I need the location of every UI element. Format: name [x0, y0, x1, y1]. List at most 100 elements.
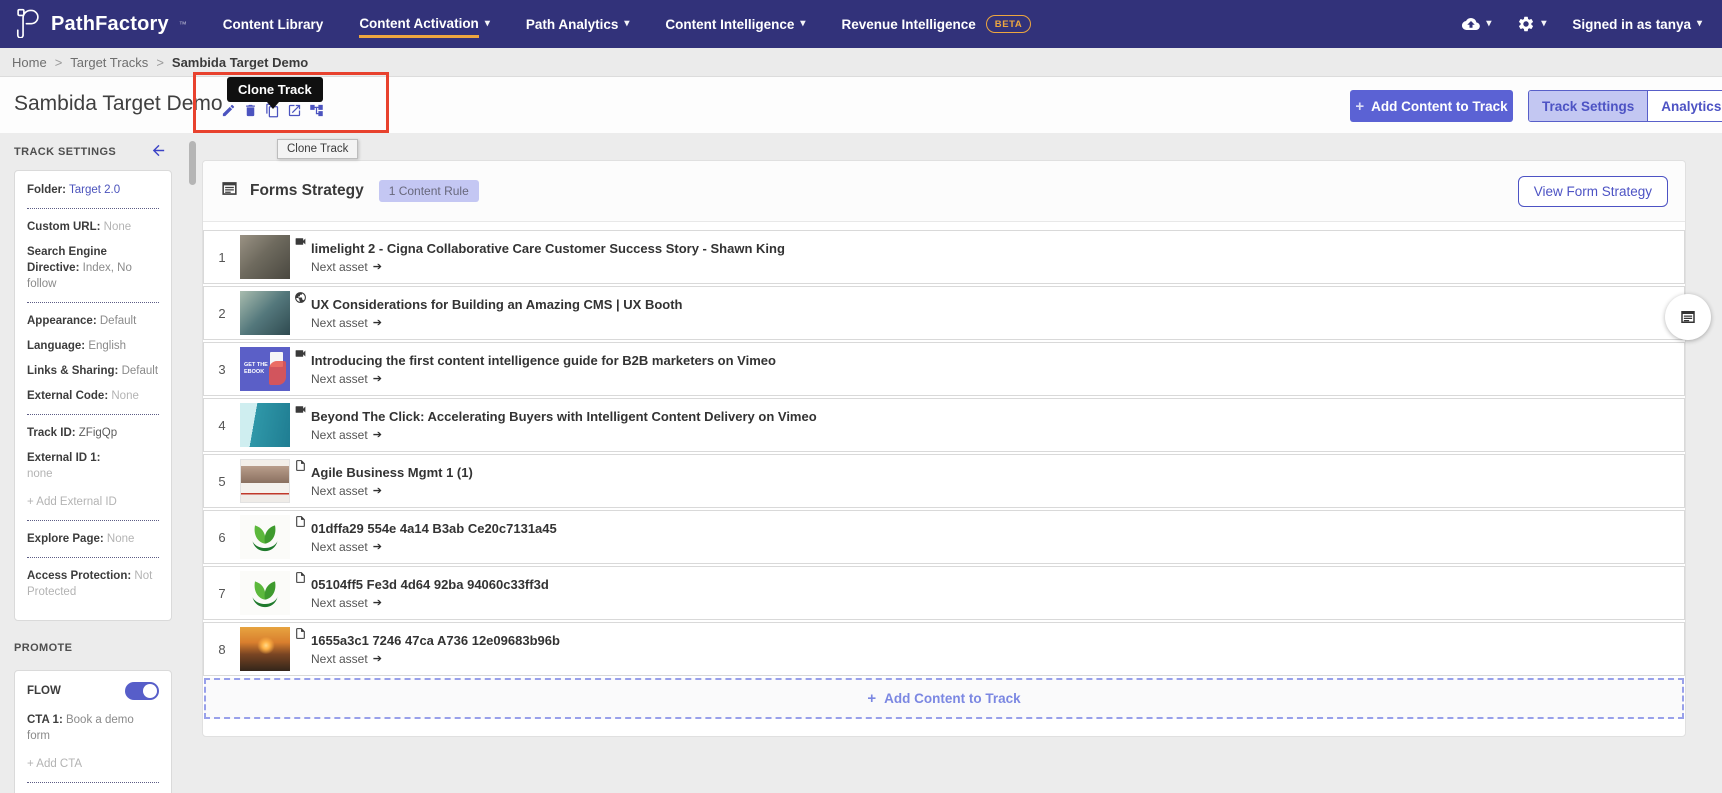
top-navigation-bar: PathFactory ™ Content Library Content Act… — [0, 0, 1722, 48]
nav-content-activation[interactable]: Content Activation ▾ — [341, 0, 508, 48]
pathfactory-app: PathFactory ™ Content Library Content Act… — [0, 0, 1722, 793]
asset-title: 01dffa29 554e 4a14 B3ab Ce20c7131a45 — [311, 520, 557, 536]
add-external-id-button[interactable]: + Add External ID — [27, 494, 159, 510]
chevron-down-icon: ▾ — [800, 18, 806, 29]
content-rule-badge: 1 Content Rule — [378, 180, 479, 202]
nav-revenue-intelligence[interactable]: Revenue Intelligence BETA — [823, 0, 1049, 48]
delete-icon[interactable] — [243, 103, 258, 118]
thumbnail-wrap — [240, 403, 306, 447]
edit-icon[interactable] — [221, 103, 236, 118]
collapse-sidebar-icon[interactable] — [150, 142, 167, 159]
gear-icon — [1519, 16, 1534, 32]
chevron-down-icon: ▾ — [1696, 18, 1702, 29]
content-row-1[interactable]: 1 limelight 2 - Cigna Collaborative Care… — [203, 230, 1685, 284]
view-form-strategy-button[interactable]: View Form Strategy — [1517, 175, 1668, 207]
next-asset-label: Next asset ➔ — [311, 259, 382, 274]
beta-badge: BETA — [985, 15, 1032, 33]
divider — [27, 302, 159, 303]
next-asset-label: Next asset ➔ — [311, 539, 382, 554]
track-id-value: ZFigQp — [78, 427, 118, 439]
thumbnail — [240, 235, 290, 279]
links-sharing-label: Links & Sharing: — [27, 365, 119, 377]
asset-title: limelight 2 - Cigna Collaborative Care C… — [311, 240, 785, 256]
breadcrumb-target-tracks[interactable]: Target Tracks — [70, 55, 148, 70]
pathfactory-logo[interactable]: PathFactory ™ — [0, 6, 195, 43]
main-nav-items: Content Library Content Activation ▾ Pat… — [205, 0, 1050, 48]
arrow-right-icon: ➔ — [372, 373, 382, 385]
thumbnail-wrap — [240, 235, 306, 279]
tab-track-settings[interactable]: Track Settings — [1529, 91, 1648, 121]
content-list: 1 limelight 2 - Cigna Collaborative Care… — [203, 230, 1685, 719]
content-row-3[interactable]: 3 GET THE EBOOK Introducing the first co… — [203, 342, 1685, 396]
divider — [27, 208, 159, 209]
clone-track-tooltip: Clone Track — [227, 77, 323, 109]
thumbnail-wrap: GET THE EBOOK — [240, 347, 306, 391]
nav-content-library[interactable]: Content Library — [205, 0, 342, 48]
sitemap-icon[interactable] — [309, 103, 324, 118]
add-content-dashed-button[interactable]: + Add Content to Track — [204, 678, 1684, 719]
thumbnail — [240, 403, 290, 447]
upload-menu[interactable]: ▾ — [1462, 15, 1491, 33]
nav-path-analytics[interactable]: Path Analytics ▾ — [508, 0, 648, 48]
form-strategy-fab-button[interactable] — [1665, 294, 1711, 340]
tab-analytics[interactable]: Analytics — [1647, 91, 1722, 121]
appearance-value: Default — [99, 315, 137, 327]
globe-icon — [294, 291, 307, 304]
row-number: 5 — [218, 473, 226, 489]
track-settings-heading: TRACK SETTINGS — [14, 146, 117, 158]
scrollbar-thumb[interactable] — [189, 141, 196, 185]
asset-title: Agile Business Mgmt 1 (1) — [311, 464, 473, 480]
external-id-value: none — [27, 468, 53, 480]
flow-toggle[interactable] — [125, 682, 159, 700]
nav-right-cluster: ▾ ▾ Signed in as tanya ▾ — [1462, 15, 1722, 33]
forms-icon — [1681, 311, 1695, 323]
user-menu[interactable]: Signed in as tanya ▾ — [1572, 17, 1702, 32]
add-cta-button[interactable]: + Add CTA — [27, 756, 159, 772]
asset-title: UX Considerations for Building an Amazin… — [311, 296, 683, 312]
row-number: 4 — [218, 417, 226, 433]
plus-icon: + — [867, 690, 877, 707]
arrow-right-icon: ➔ — [372, 429, 382, 441]
clone-track-native-tooltip: Clone Track — [277, 139, 359, 159]
thumbnail — [240, 627, 290, 671]
flow-label: FLOW — [27, 685, 61, 697]
breadcrumb-separator: > — [54, 54, 63, 70]
content-row-2[interactable]: 2 UX Considerations for Building an Amaz… — [203, 286, 1685, 340]
row-number: 1 — [218, 249, 226, 265]
brand-name: PathFactory — [51, 12, 169, 35]
folder-value[interactable]: Target 2.0 — [69, 184, 120, 196]
arrow-right-icon: ➔ — [372, 597, 382, 609]
content-row-7[interactable]: 7 05104ff5 Fe3d 4d64 92ba 94060c33ff3d N… — [203, 566, 1685, 620]
content-row-4[interactable]: 4 Beyond The Click: Accelerating Buyers … — [203, 398, 1685, 452]
cta1-label: CTA 1: — [27, 714, 63, 726]
external-code-label: External Code: — [27, 390, 109, 402]
nav-content-intelligence[interactable]: Content Intelligence ▾ — [647, 0, 823, 48]
promote-heading: PROMOTE — [14, 642, 73, 654]
chevron-down-icon: ▾ — [1541, 18, 1547, 29]
add-content-to-track-button[interactable]: + Add Content to Track — [1350, 90, 1513, 122]
page-title: Sambida Target Demo — [14, 92, 223, 115]
row-number: 8 — [218, 641, 226, 657]
chevron-down-icon: ▾ — [624, 18, 630, 29]
breadcrumb-home[interactable]: Home — [12, 55, 47, 70]
signed-in-label: Signed in as tanya — [1572, 16, 1691, 32]
track-id-label: Track ID: — [27, 427, 76, 439]
asset-title: 1655a3c1 7246 47ca A736 12e09683b96b — [311, 632, 560, 648]
settings-menu[interactable]: ▾ — [1517, 15, 1546, 33]
divider — [27, 520, 159, 521]
arrow-right-icon: ➔ — [372, 541, 382, 553]
content-row-8[interactable]: 8 1655a3c1 7246 47ca A736 12e09683b96b N… — [203, 622, 1685, 676]
promote-card: FLOW CTA 1: Book a demo form + Add CTA — [14, 670, 172, 793]
asset-title: Introducing the first content intelligen… — [311, 352, 776, 368]
row-number: 7 — [218, 585, 226, 601]
content-row-6[interactable]: 6 01dffa29 554e 4a14 B3ab Ce20c7131a45 N… — [203, 510, 1685, 564]
row-number: 6 — [218, 529, 226, 545]
divider — [27, 782, 159, 783]
links-sharing-value: Default — [121, 365, 159, 377]
row-number: 3 — [218, 361, 226, 377]
share-icon[interactable] — [287, 103, 302, 118]
content-row-5[interactable]: 5 Agile Business Mgmt 1 (1) Next asset ➔ — [203, 454, 1685, 508]
row-number: 2 — [218, 305, 226, 321]
thumbnail — [240, 571, 290, 615]
language-label: Language: — [27, 340, 86, 352]
